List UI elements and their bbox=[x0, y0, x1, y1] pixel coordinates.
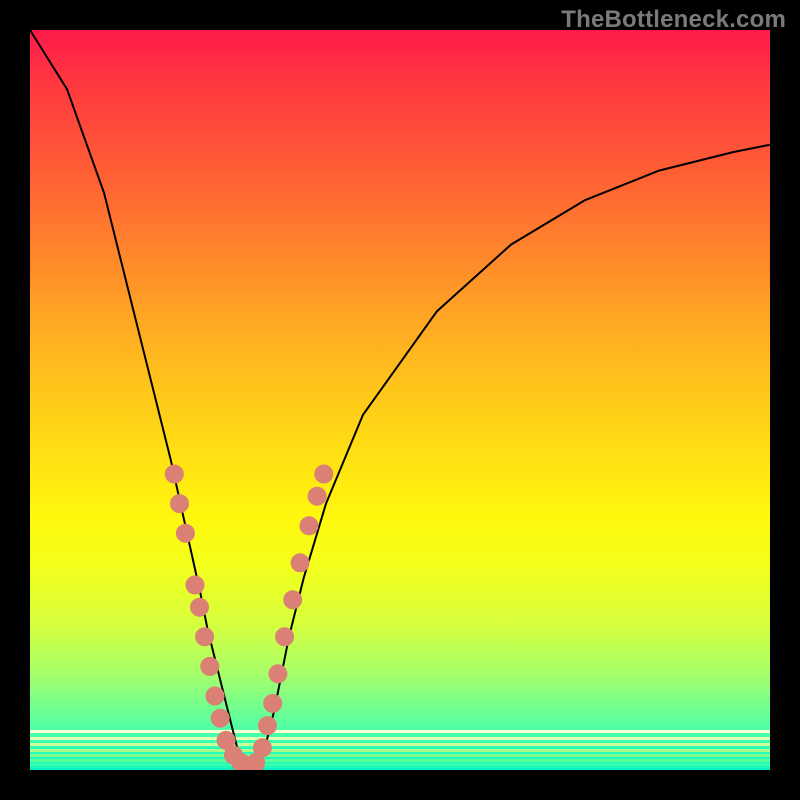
gradient-band bbox=[30, 737, 770, 740]
green-stripes bbox=[30, 730, 770, 770]
highlight-marker bbox=[264, 694, 282, 712]
highlight-marker bbox=[191, 598, 209, 616]
plot-area bbox=[30, 30, 770, 770]
highlight-marker bbox=[171, 495, 189, 513]
marker-group bbox=[165, 465, 332, 770]
gradient-band bbox=[30, 754, 770, 757]
highlight-marker bbox=[291, 554, 309, 572]
chart-frame: TheBottleneck.com bbox=[0, 0, 800, 800]
gradient-band bbox=[30, 768, 770, 770]
highlight-marker bbox=[206, 687, 224, 705]
highlight-marker bbox=[211, 709, 229, 727]
highlight-marker bbox=[269, 665, 287, 683]
highlight-marker bbox=[253, 739, 271, 757]
highlight-marker bbox=[186, 576, 204, 594]
gradient-band bbox=[30, 749, 770, 752]
highlight-marker bbox=[196, 628, 214, 646]
gradient-band bbox=[30, 759, 770, 762]
gradient-band bbox=[30, 730, 770, 733]
highlight-marker bbox=[315, 465, 333, 483]
highlight-marker bbox=[165, 465, 183, 483]
highlight-marker bbox=[276, 628, 294, 646]
gradient-band bbox=[30, 763, 770, 766]
highlight-marker bbox=[201, 657, 219, 675]
highlight-marker bbox=[308, 487, 326, 505]
curve-svg bbox=[30, 30, 770, 770]
highlight-marker bbox=[176, 524, 194, 542]
gradient-band bbox=[30, 743, 770, 746]
bottleneck-curve bbox=[30, 30, 770, 770]
highlight-marker bbox=[284, 591, 302, 609]
highlight-marker bbox=[259, 717, 277, 735]
highlight-marker bbox=[300, 517, 318, 535]
